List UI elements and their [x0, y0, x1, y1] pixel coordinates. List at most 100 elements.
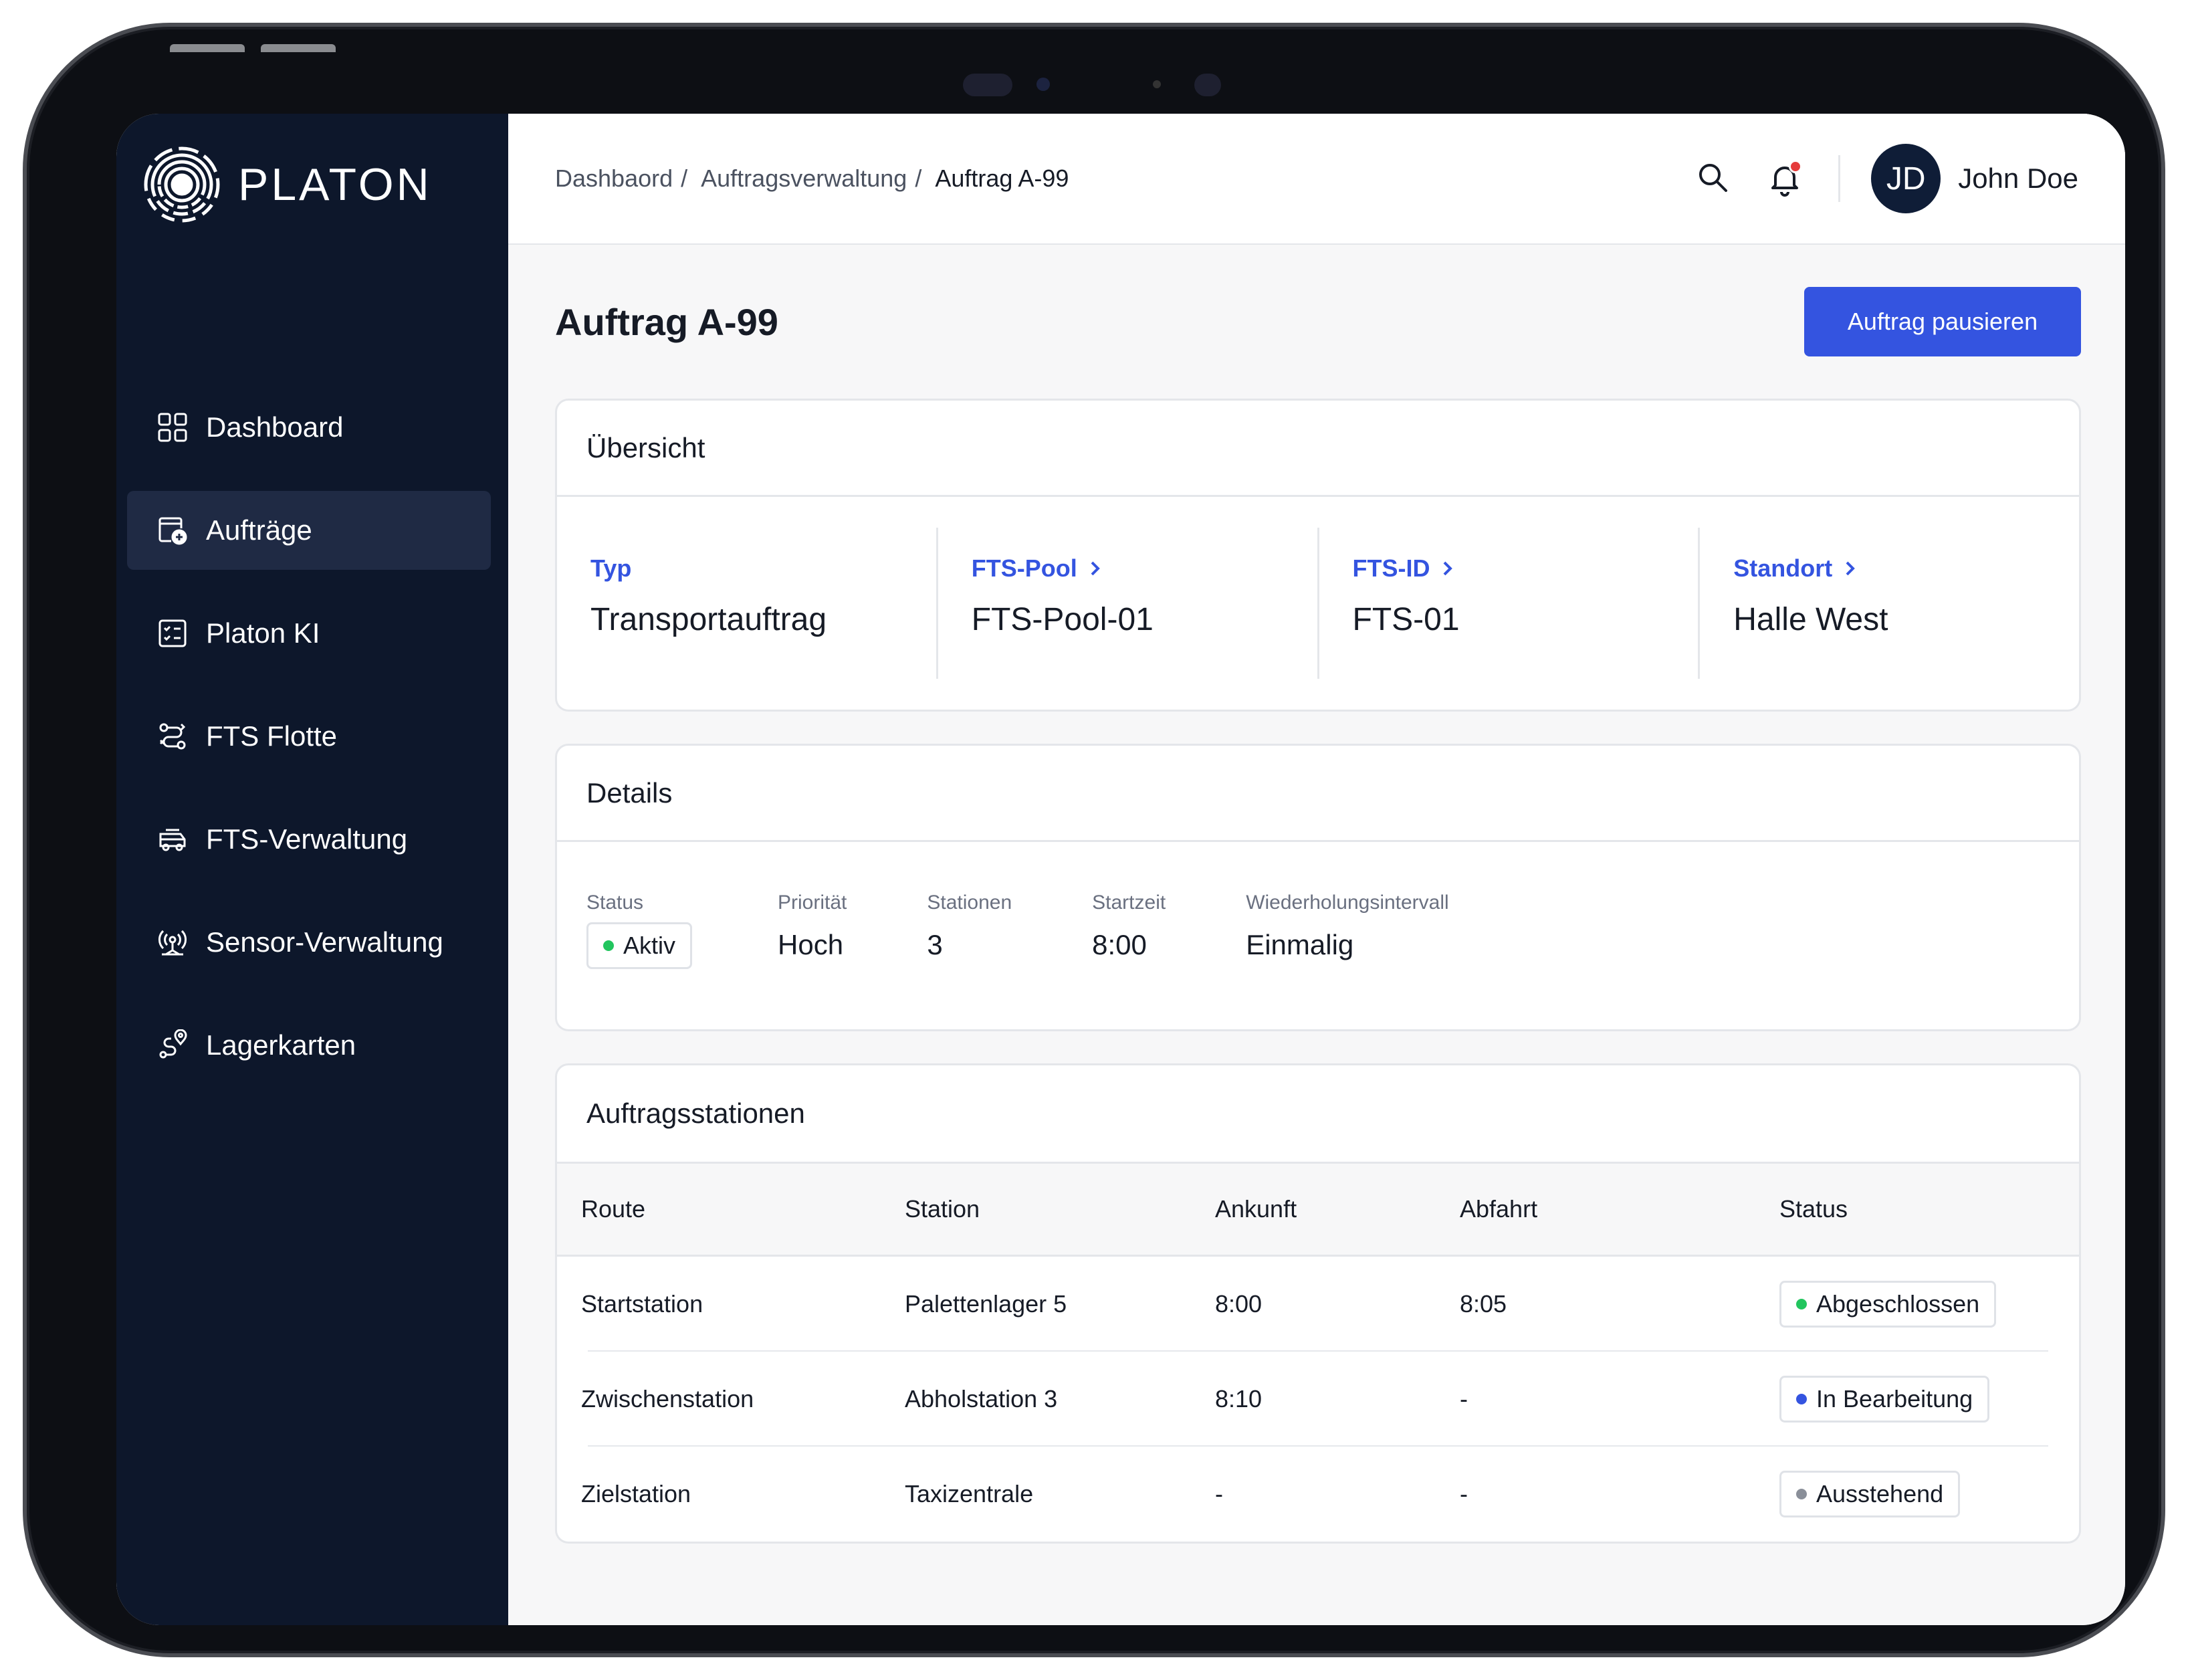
- sidebar-item-dashboard[interactable]: Dashboard: [127, 388, 491, 467]
- detail-value: 8:00: [1092, 929, 1147, 960]
- cell-route: Zwischenstation: [581, 1385, 754, 1412]
- cell-departure: -: [1460, 1385, 1468, 1412]
- stations-card: Auftragsstationen Route Station Ankunft …: [555, 1063, 2081, 1544]
- breadcrumb-item-current: Auftrag A-99: [935, 165, 1069, 192]
- volume-button: [261, 44, 336, 52]
- cell-route: Zielstation: [581, 1480, 691, 1507]
- detail-priority: Priorität Hoch: [778, 891, 847, 969]
- breadcrumb-item-auftragsverwaltung[interactable]: Auftragsverwaltung: [701, 165, 907, 193]
- sidebar-item-label: Sensor-Verwaltung: [206, 926, 443, 958]
- breadcrumb-item-dashboard[interactable]: Dashbaord: [555, 165, 673, 193]
- breadcrumb-separator: /: [681, 165, 688, 192]
- chevron-right-icon: [1846, 561, 1856, 576]
- cell-station: Taxizentrale: [905, 1480, 1034, 1507]
- column-header-departure[interactable]: Abfahrt: [1460, 1195, 1779, 1223]
- cell-status: In Bearbeitung: [1779, 1376, 2079, 1423]
- chevron-right-icon: [1444, 561, 1453, 576]
- table-row[interactable]: Zwischenstation Abholstation 3 8:10 - In…: [557, 1352, 2079, 1447]
- cell-arrival: 8:00: [1215, 1290, 1263, 1318]
- chevron-right-icon: [1091, 561, 1100, 576]
- column-header-route[interactable]: Route: [581, 1195, 905, 1223]
- details-title: Details: [557, 746, 2079, 842]
- sidebar-nav: Dashboard Aufträge Platon KI FTS Flotte …: [127, 388, 491, 1109]
- sidebar-item-label: Aufträge: [206, 514, 312, 546]
- sidebar-item-lagerkarten[interactable]: Lagerkarten: [127, 1006, 491, 1085]
- topbar-actions: JD John Doe: [1694, 144, 2078, 213]
- table-row[interactable]: Zielstation Taxizentrale - - Ausstehend: [557, 1447, 2079, 1542]
- user-name[interactable]: John Doe: [1958, 163, 2078, 195]
- overview-label: Typ: [590, 554, 632, 582]
- divider: [1838, 155, 1841, 202]
- column-header-status[interactable]: Status: [1779, 1195, 2079, 1223]
- column-header-station[interactable]: Station: [905, 1195, 1215, 1223]
- overview-link-fts-pool[interactable]: FTS-Pool: [972, 554, 1317, 583]
- table-header: Route Station Ankunft Abfahrt Status: [557, 1162, 2079, 1257]
- sidebar-item-label: Platon KI: [206, 617, 320, 649]
- camera-bar: [963, 68, 1244, 100]
- overview-value: Halle West: [1733, 602, 1888, 637]
- detail-value: Einmalig: [1246, 929, 1354, 960]
- status-dot: [1796, 1394, 1807, 1404]
- cell-route: Startstation: [581, 1290, 703, 1318]
- checklist-icon: [156, 617, 189, 649]
- cell-station: Abholstation 3: [905, 1385, 1058, 1412]
- detail-status: Status Aktiv: [586, 891, 693, 969]
- overview-label: FTS-ID: [1352, 554, 1430, 582]
- platon-logo-icon: [144, 146, 220, 223]
- vehicle-icon: [156, 823, 189, 855]
- volume-button: [170, 44, 245, 52]
- detail-value: Hoch: [778, 929, 844, 960]
- search-button[interactable]: [1694, 159, 1734, 199]
- app-screen: PLATON Dashboard Aufträge Platon KI FTS …: [116, 114, 2125, 1625]
- status-badge: Abgeschlossen: [1779, 1281, 1997, 1328]
- cell-station: Palettenlager 5: [905, 1290, 1067, 1318]
- page-title: Auftrag A-99: [555, 300, 778, 343]
- page-content: Auftrag A-99 Auftrag pausieren Übersicht…: [508, 245, 2125, 1544]
- overview-value: Transportauftrag: [590, 602, 827, 637]
- details-card: Details Status Aktiv Priorität Hoch Stat…: [555, 744, 2081, 1031]
- overview-fts-pool: FTS-Pool FTS-Pool-01: [936, 528, 1317, 679]
- brand-name: PLATON: [238, 159, 432, 210]
- overview-link-fts-id[interactable]: FTS-ID: [1353, 554, 1699, 583]
- sidebar-item-fts-flotte[interactable]: FTS Flotte: [127, 697, 491, 776]
- overview-fts-id: FTS-ID FTS-01: [1317, 528, 1699, 679]
- detail-label: Priorität: [778, 891, 847, 914]
- detail-value: 3: [927, 929, 943, 960]
- route-icon: [156, 720, 189, 752]
- topbar: Dashbaord / Auftragsverwaltung / Auftrag…: [508, 114, 2125, 245]
- overview-label: Standort: [1733, 554, 1833, 582]
- column-header-arrival[interactable]: Ankunft: [1215, 1195, 1460, 1223]
- search-icon: [1699, 164, 1728, 192]
- overview-link-standort[interactable]: Standort: [1733, 554, 2079, 583]
- status-dot: [1796, 1489, 1807, 1499]
- sidebar-item-label: Lagerkarten: [206, 1029, 356, 1061]
- detail-label: Status: [586, 891, 644, 914]
- grid-icon: [156, 411, 189, 443]
- pause-order-button[interactable]: Auftrag pausieren: [1804, 287, 2081, 356]
- map-pin-route-icon: [156, 1029, 189, 1061]
- orders-icon: [156, 514, 189, 546]
- overview-label: FTS-Pool: [971, 554, 1077, 582]
- detail-label: Wiederholungsintervall: [1246, 891, 1449, 914]
- sidebar-item-platon-ki[interactable]: Platon KI: [127, 594, 491, 673]
- sidebar-item-fts-verwaltung[interactable]: FTS-Verwaltung: [127, 800, 491, 879]
- sidebar: PLATON Dashboard Aufträge Platon KI FTS …: [116, 114, 508, 1625]
- detail-label: Startzeit: [1092, 891, 1166, 914]
- status-badge: Aktiv: [586, 922, 693, 969]
- overview-grid: Typ Transportauftrag FTS-Pool FTS-Pool-0…: [557, 497, 2079, 710]
- tablet-frame: PLATON Dashboard Aufträge Platon KI FTS …: [23, 23, 2165, 1657]
- overview-title: Übersicht: [557, 401, 2079, 497]
- detail-stations: Stationen 3: [927, 891, 1012, 969]
- status-badge: In Bearbeitung: [1779, 1376, 1990, 1423]
- sidebar-item-sensor-verwaltung[interactable]: Sensor-Verwaltung: [127, 903, 491, 982]
- sidebar-item-auftraege[interactable]: Aufträge: [127, 491, 491, 570]
- brand-logo[interactable]: PLATON: [140, 143, 432, 226]
- sidebar-item-label: FTS-Verwaltung: [206, 823, 408, 855]
- overview-card: Übersicht Typ Transportauftrag FTS-Pool …: [555, 399, 2081, 712]
- sidebar-item-label: FTS Flotte: [206, 720, 338, 752]
- cell-departure: 8:05: [1460, 1290, 1507, 1318]
- table-row[interactable]: Startstation Palettenlager 5 8:00 8:05 A…: [557, 1257, 2079, 1352]
- avatar[interactable]: JD: [1871, 144, 1941, 213]
- detail-interval: Wiederholungsintervall Einmalig: [1246, 891, 1449, 969]
- notifications-button[interactable]: [1765, 159, 1805, 199]
